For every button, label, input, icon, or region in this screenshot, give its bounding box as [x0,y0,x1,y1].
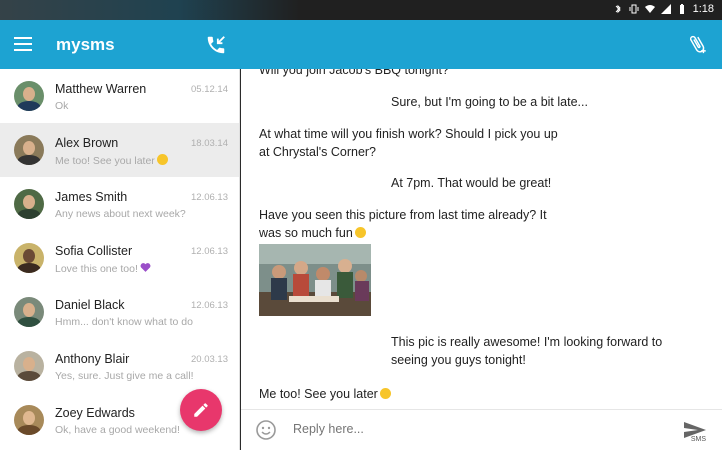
reply-input[interactable] [293,422,593,436]
message-date: 18.03.14 [191,138,228,149]
contact-name: Sofia Collister [55,244,133,258]
pencil-icon [194,403,208,417]
send-type-label: SMS [690,436,706,443]
message-incoming: Will you join Jacob's BBQ tonight? [259,69,449,77]
message-date: 05.12.14 [191,84,228,95]
smiley-emoji-icon [354,227,366,238]
avatar [14,297,44,327]
message-preview: Hmm... don't know what to do [55,316,193,328]
message-incoming: Me too! See you later [259,385,559,403]
attachment-icon[interactable] [686,33,708,55]
conversation-item[interactable]: Matthew Warren 05.12.14 Ok [0,69,239,123]
message-incoming: At what time will you finish work? Shoul… [259,127,558,159]
message-outgoing: This pic is really awesome! I'm looking … [391,335,663,367]
compose-button[interactable] [180,389,222,431]
message-outgoing: Sure, but I'm going to be a bit late... [391,95,588,109]
status-bar: 1:18 [0,0,722,20]
bluetooth-icon [615,4,621,14]
message-date: 20.03.13 [191,354,228,365]
smiley-emoji-icon [379,388,391,399]
app-title: mysms [56,35,115,54]
status-bar-background [0,0,300,20]
message-date: 12.06.13 [191,246,228,257]
message-preview: Any news about next week? [55,208,186,220]
shared-photo[interactable] [259,244,371,316]
signal-icon [660,4,671,14]
smiley-icon[interactable] [255,419,277,441]
message-preview: Ok, have a good weekend! [55,424,180,436]
contact-name: Matthew Warren [55,82,147,96]
message-date: 12.06.13 [191,192,228,203]
avatar [14,405,44,435]
contact-name: Anthony Blair [55,352,130,366]
vibrate-icon [629,4,639,14]
status-time: 1:18 [692,3,714,15]
app-bar: mysms [0,20,722,69]
heart-emoji-icon [140,263,151,272]
message-thread: Will you join Jacob's BBQ tonight? Sure,… [241,69,722,409]
message-preview: Yes, sure. Just give me a call! [55,370,194,382]
contact-name: Daniel Black [55,298,125,312]
avatar [14,189,44,219]
wifi-icon [644,5,655,13]
conversation-item[interactable]: Sofia Collister 12.06.13 Love this one t… [0,231,239,285]
menu-icon[interactable] [14,37,32,51]
message-preview: Love this one too! [55,262,151,275]
message-outgoing: At 7pm. That would be great! [391,176,552,190]
contact-name: Zoey Edwards [55,406,135,420]
contact-name: James Smith [55,190,128,204]
battery-icon [679,4,684,14]
conversation-item[interactable]: Anthony Blair 20.03.13 Yes, sure. Just g… [0,339,239,393]
smiley-emoji-icon [156,154,168,165]
photo-image [259,244,371,316]
status-icons: 1:18 [613,3,714,15]
avatar [14,243,44,273]
message-preview: Me too! See you later [55,154,168,167]
conversation-item[interactable]: Alex Brown 18.03.14 Me too! See you late… [0,123,239,177]
message-date: 12.06.13 [191,300,228,311]
conversation-item[interactable]: James Smith 12.06.13 Any news about next… [0,177,239,231]
reply-composer: SMS [241,409,722,450]
avatar [14,351,44,381]
avatar [14,81,44,111]
avatar [14,135,44,165]
contact-name: Alex Brown [55,136,119,150]
message-preview: Ok [55,100,69,112]
conversation-item[interactable]: Daniel Black 12.06.13 Hmm... don't know … [0,285,239,339]
message-incoming: Have you seen this picture from last tim… [259,208,547,240]
call-icon[interactable] [205,34,227,56]
